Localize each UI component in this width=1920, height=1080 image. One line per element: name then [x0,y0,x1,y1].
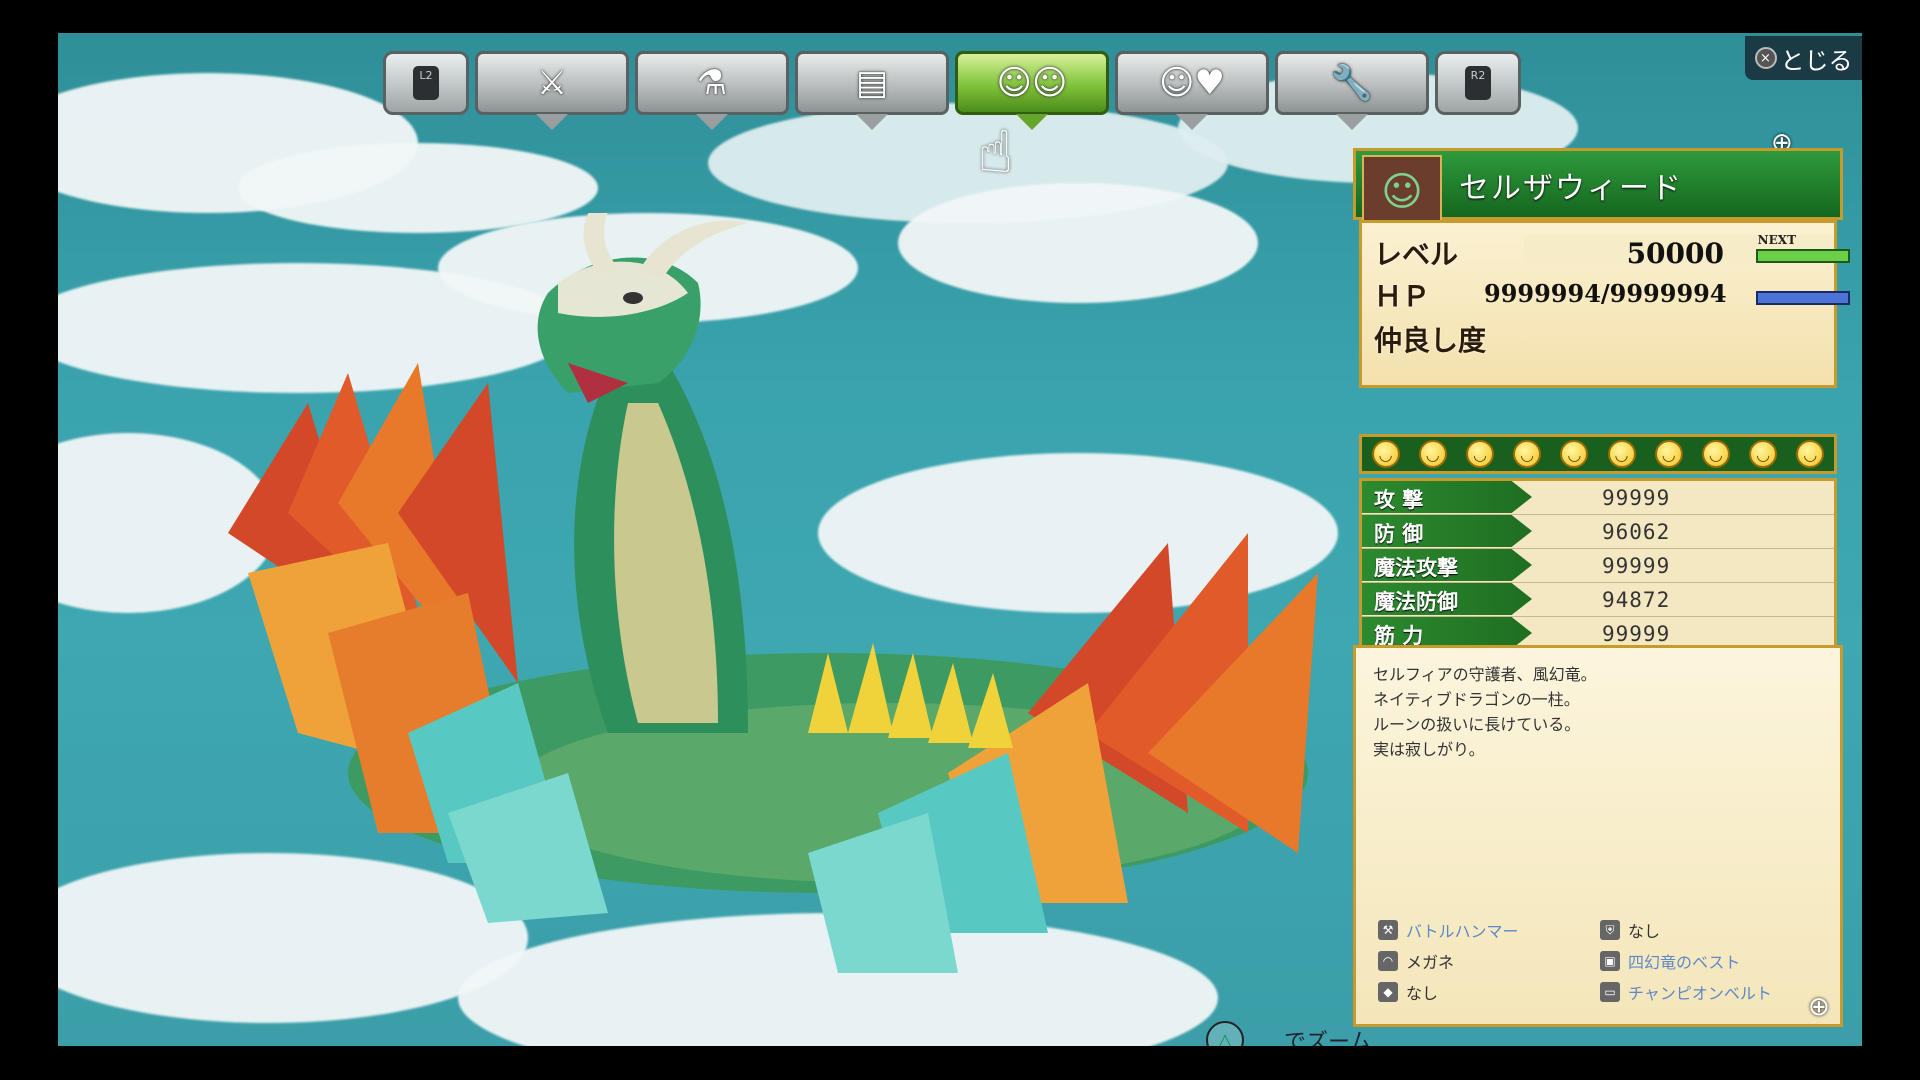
hp-row: ＨＰ 9999994/9999994 [1374,271,1850,313]
equip-head[interactable]: ◠ メガネ [1378,949,1454,973]
close-label: とじる [1780,46,1853,75]
equip-head-name: メガネ [1406,953,1455,972]
equip-weapon-name: バトルハンマー [1406,922,1519,941]
name-bar: ☺ セルザウィード [1353,148,1843,229]
character-name: セルザウィード [1459,171,1683,206]
description-text: セルフィアの守護者、風幻竜。 ネイティブドラゴンの一柱。 ルーンの扱いに長けてい… [1373,662,1597,762]
equip-belt[interactable]: ▭ チャンピオンベルト [1600,980,1772,1004]
stat-value: 99999 [1602,554,1671,578]
hp-value: 9999994/9999994 [1484,279,1727,308]
triangle-button-icon: △ [1206,1021,1244,1046]
level-label: レベル [1374,238,1459,271]
head-gear-icon: ◠ [1378,951,1398,971]
friendship-face-icon: ◡ [1607,440,1636,468]
exp-bar [1756,249,1850,263]
stat-label-tag: 魔法防御 [1362,583,1532,615]
armor-icon: ▣ [1600,951,1620,971]
dragon-model [228,213,1318,973]
equip-body-name: 四幻竜のベスト [1628,953,1741,972]
stat-row: 魔法攻撃 99999 [1362,549,1834,583]
description-line: ルーンの扱いに長けている。 [1373,715,1581,734]
l2-label: L2 [413,66,439,100]
document-icon: ▤ [855,63,889,103]
tab-requests[interactable]: ▤ [795,51,949,130]
zoom-hint: △ でズーム [1206,1021,1371,1046]
friendship-face-icon: ◡ [1513,440,1542,468]
stat-row: 攻 撃 99999 [1362,481,1834,515]
tab-items[interactable]: ⚗ [635,51,789,130]
r2-label: R2 [1465,66,1491,100]
stat-label: 防 御 [1374,522,1424,546]
stat-value: 99999 [1602,622,1671,646]
shield-icon: ⛨ [1600,920,1620,940]
equip-shield-name: なし [1628,922,1661,941]
party-faces-icon: ☺☺ [996,63,1068,103]
hp-bar [1756,291,1850,305]
stat-row: 魔法防御 94872 [1362,583,1834,617]
accessory-icon: ◆ [1378,982,1398,1002]
friendship-face-icon: ◡ [1371,440,1400,468]
tab-party[interactable]: ☺☺ [955,51,1109,130]
equip-belt-name: チャンピオンベルト [1628,984,1772,1003]
description-line: 実は寂しがり。 [1373,740,1485,759]
smile-heart-icon: ☺♥ [1159,63,1225,103]
friendship-face-icon: ◡ [1654,440,1683,468]
stat-label-tag: 魔法攻撃 [1362,549,1532,581]
tab-friends[interactable]: ☺♥ [1115,51,1269,130]
equip-accessory-name: なし [1406,984,1439,1003]
l2-page-left-button[interactable]: L2 [383,51,469,115]
level-value: 50000 [1626,237,1724,270]
description-panel: セルフィアの守護者、風幻竜。 ネイティブドラゴンの一柱。 ルーンの扱いに長けてい… [1353,645,1843,1027]
character-portrait: ☺ [1362,155,1442,229]
stat-value: 96062 [1602,520,1671,544]
stat-label-tag: 攻 撃 [1362,481,1532,513]
stat-label: 魔法防御 [1374,590,1458,614]
menu-tab-bar: L2 ⚔ ⚗ ▤ ☺☺ ☺♥ 🔧 R2 [383,51,1521,130]
left-wing [228,363,608,923]
friendship-row: 仲良し度 [1374,315,1834,357]
close-button[interactable]: × とじる [1745,36,1862,80]
right-horn [638,220,748,278]
zoom-out-icon[interactable]: ⊕ [1808,992,1830,1022]
friendship-face-icon: ◡ [1701,440,1730,468]
pointer-hand-icon: ☝ [978,118,1014,186]
zoom-hint-label: でズーム [1284,1030,1372,1046]
friendship-face-icon: ◡ [1749,440,1778,468]
description-line: セルフィアの守護者、風幻竜。 [1373,665,1597,684]
stat-label: 攻 撃 [1374,488,1424,512]
friendship-label: 仲良し度 [1374,324,1487,357]
equip-accessory[interactable]: ◆ なし [1378,980,1438,1004]
cross-button-icon: × [1754,47,1777,69]
stat-value: 99999 [1602,486,1671,510]
level-hp-box: レベル 50000 NEXT ＨＰ 9999994/9999994 仲良し度 [1359,220,1850,388]
sword-shield-icon: ⚔ [536,63,568,103]
status-panel: ⊕ ☺ セルザウィード レベル 50000 NEXT ＨＰ 9999994/99… [1353,128,1850,719]
stat-label: 魔法攻撃 [1374,556,1458,580]
equip-weapon[interactable]: ⚒ バトルハンマー [1378,918,1518,942]
equip-body[interactable]: ▣ 四幻竜のベスト [1600,949,1740,973]
friendship-faces: ◡ ◡ ◡ ◡ ◡ ◡ ◡ ◡ ◡ ◡ [1359,434,1837,474]
stat-label-tag: 防 御 [1362,515,1532,547]
weapon-icon: ⚒ [1378,920,1398,940]
tab-equipment[interactable]: ⚔ [475,51,629,130]
level-row: レベル 50000 NEXT [1374,229,1850,271]
potion-hammer-icon: ⚗ [696,63,728,103]
next-label: NEXT [1757,233,1796,247]
hp-label: ＨＰ [1374,280,1431,313]
friendship-face-icon: ◡ [1418,440,1447,468]
description-line: ネイティブドラゴンの一柱。 [1373,690,1580,709]
stat-value: 94872 [1602,588,1671,612]
stat-row: 防 御 96062 [1362,515,1834,549]
friendship-face-icon: ◡ [1560,440,1589,468]
dragon-eye [623,292,643,304]
equip-shield[interactable]: ⛨ なし [1600,918,1660,942]
wrench-icon: 🔧 [1330,63,1374,103]
belt-icon: ▭ [1600,982,1620,1002]
friendship-face-icon: ◡ [1465,440,1494,468]
r2-page-right-button[interactable]: R2 [1435,51,1521,115]
friendship-face-icon: ◡ [1796,440,1825,468]
tab-settings[interactable]: 🔧 [1275,51,1429,130]
